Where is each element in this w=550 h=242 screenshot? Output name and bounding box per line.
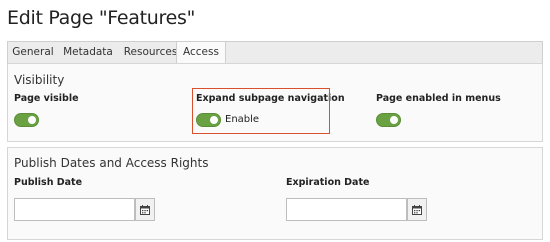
page-visible-label: Page visible (14, 93, 79, 104)
tab-access[interactable]: Access (176, 41, 226, 63)
calendar-icon (412, 204, 422, 215)
expiration-date-label: Expiration Date (286, 177, 370, 188)
highlight-frame (192, 88, 330, 134)
expiration-date-input[interactable] (286, 198, 407, 221)
enabled-in-menus-toggle[interactable] (376, 113, 401, 127)
toggle-knob (28, 116, 36, 124)
tab-metadata[interactable]: Metadata (58, 42, 118, 63)
expiration-date-picker-button[interactable] (407, 198, 427, 221)
publish-date-label: Publish Date (14, 177, 83, 188)
publish-date-input[interactable] (14, 198, 135, 221)
tab-resources[interactable]: Resources (118, 42, 183, 63)
publish-section-title: Publish Dates and Access Rights (14, 156, 209, 170)
page-title: Edit Page "Features" (7, 7, 196, 29)
publish-date-picker-button[interactable] (135, 198, 155, 221)
visibility-section-title: Visibility (14, 73, 65, 87)
publish-section: Publish Dates and Access Rights Publish … (7, 147, 543, 240)
tab-bar: General Metadata Resources Access (7, 41, 543, 63)
page-visible-toggle[interactable] (14, 113, 39, 127)
enabled-in-menus-label: Page enabled in menus (376, 93, 501, 104)
tab-general[interactable]: General (8, 42, 58, 63)
calendar-icon (140, 204, 150, 215)
toggle-knob (390, 116, 398, 124)
